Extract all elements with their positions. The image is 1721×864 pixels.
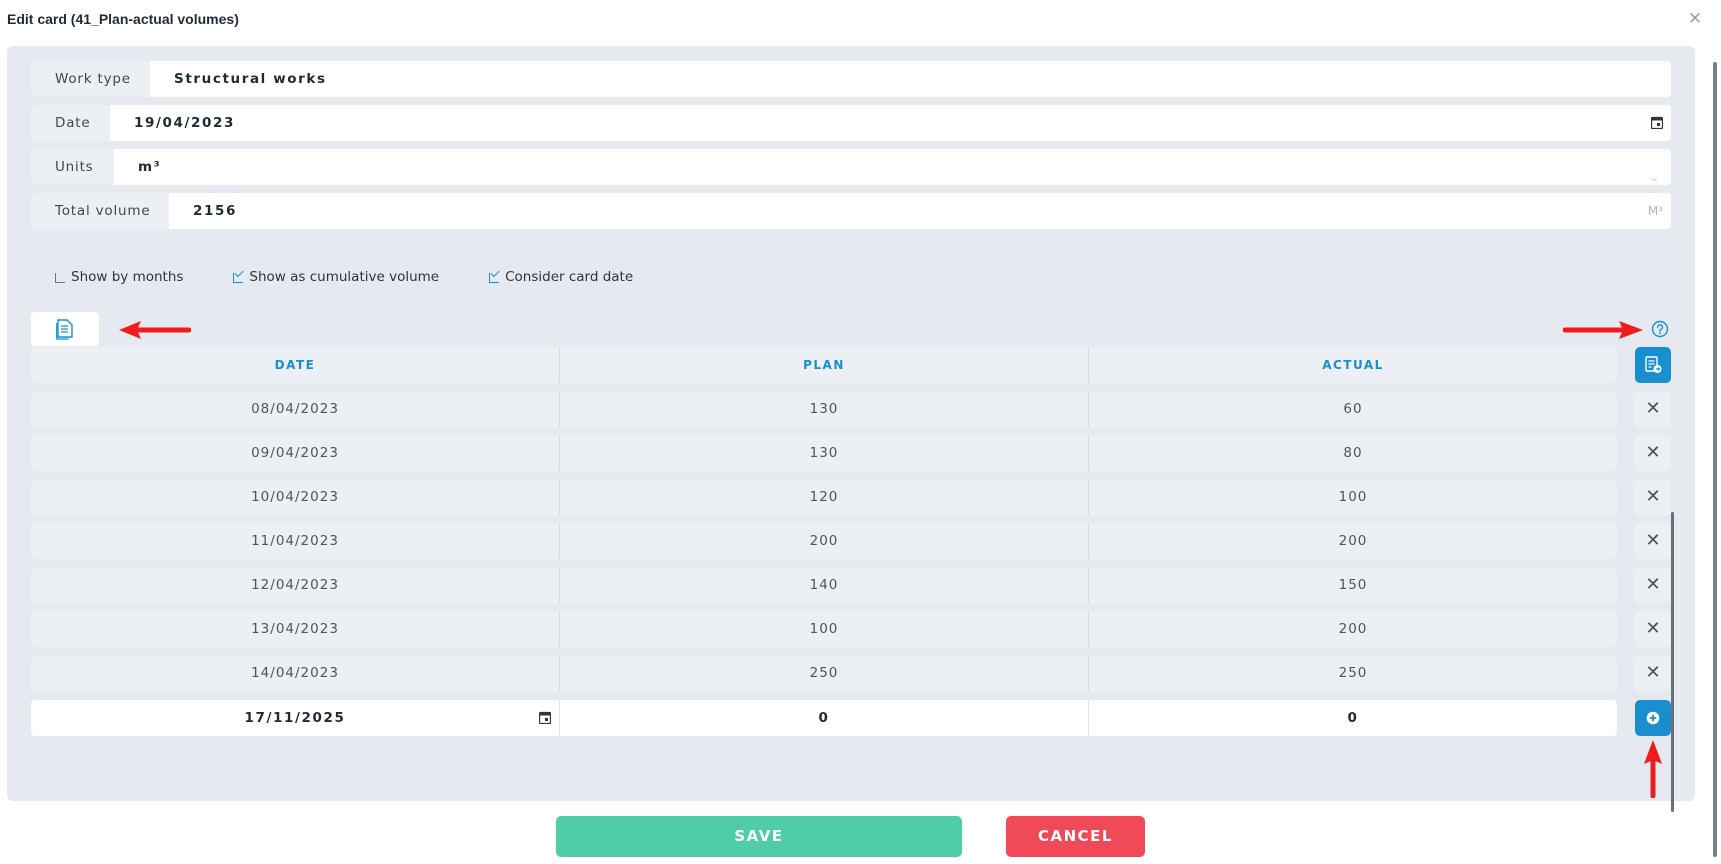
delete-row-button[interactable]: ✕ [1635,479,1671,515]
checkbox-checked-icon [489,273,500,283]
page-scrollbar-thumb[interactable] [1713,62,1717,857]
date-cell[interactable]: 13/04/2023 [31,611,560,647]
red-arrow-annotation [1563,321,1643,339]
table-row: 11/04/2023 200 200 [31,523,1617,559]
date-field[interactable]: 19/04/2023 [110,105,1671,141]
delete-icon: ✕ [1645,574,1661,595]
show-cumulative-checkbox[interactable]: Show as cumulative volume [233,269,439,285]
date-row: Date 19/04/2023 [31,105,1671,141]
unit-suffix: M³ [1647,204,1663,218]
chevron-down-icon: ⌄ [1649,170,1661,184]
units-select[interactable]: m³ ⌄ [114,149,1671,185]
plan-cell[interactable]: 250 [560,655,1089,691]
plan-cell[interactable]: 140 [560,567,1089,603]
help-icon[interactable] [1651,320,1669,338]
show-by-months-label: Show by months [71,269,184,285]
save-button[interactable]: SAVE [556,816,962,857]
close-icon[interactable]: ✕ [1686,10,1704,28]
new-actual-input[interactable]: 0 [1089,700,1617,736]
new-date-input[interactable]: 17/11/2025 [31,700,560,736]
actual-cell[interactable]: 200 [1089,611,1617,647]
calendar-icon[interactable] [1651,116,1663,129]
plan-cell[interactable]: 200 [560,523,1089,559]
date-cell[interactable]: 09/04/2023 [31,435,560,471]
plan-cell[interactable]: 130 [560,435,1089,471]
page-scrollbar[interactable] [1710,50,1719,860]
document-button[interactable] [31,312,99,346]
date-cell[interactable]: 14/04/2023 [31,655,560,691]
table-row: 10/04/2023 120 100 [31,479,1617,515]
delete-icon: ✕ [1645,530,1661,551]
table-row: 13/04/2023 100 200 [31,611,1617,647]
total-volume-label: Total volume [31,193,169,229]
add-row-button[interactable] [1635,700,1671,736]
checkbox-checked-icon [233,273,244,283]
units-row: Units m³ ⌄ [31,149,1671,185]
date-cell[interactable]: 10/04/2023 [31,479,560,515]
table-row: 09/04/2023 130 80 [31,435,1617,471]
new-date-value: 17/11/2025 [244,710,346,726]
units-value: m³ [138,159,162,175]
dialog-title: Edit card (41_Plan-actual volumes) [7,11,239,27]
work-type-label: Work type [31,61,150,97]
red-arrow-annotation [1644,740,1662,798]
column-header-plan[interactable]: PLAN [560,347,1089,383]
column-header-actual[interactable]: ACTUAL [1089,347,1617,383]
new-entry-row: 17/11/2025 0 0 [31,700,1617,736]
export-icon [1645,356,1662,373]
plan-cell[interactable]: 120 [560,479,1089,515]
red-arrow-annotation [119,321,191,339]
total-volume-row: Total volume 2156 M³ [31,193,1671,229]
calendar-icon[interactable] [539,711,551,724]
date-cell[interactable]: 11/04/2023 [31,523,560,559]
cancel-button[interactable]: CANCEL [1006,816,1145,857]
table-row: 14/04/2023 250 250 [31,655,1617,691]
table-scrollbar-thumb[interactable] [1671,512,1674,812]
export-button[interactable] [1635,347,1671,383]
delete-row-button[interactable]: ✕ [1635,655,1671,691]
delete-row-button[interactable]: ✕ [1635,435,1671,471]
table-row: 12/04/2023 140 150 [31,567,1617,603]
delete-icon: ✕ [1645,442,1661,463]
column-header-date[interactable]: DATE [31,347,560,383]
date-value: 19/04/2023 [134,115,236,131]
table-scrollbar[interactable] [1671,387,1674,827]
edit-card-panel: Work type Structural works Date 19/04/20… [7,46,1695,812]
new-plan-input[interactable]: 0 [560,700,1089,736]
checkbox-unchecked-icon [55,273,65,283]
table-header: DATE PLAN ACTUAL [31,347,1617,383]
consider-card-date-checkbox[interactable]: Consider card date [489,269,633,285]
plan-cell[interactable]: 130 [560,391,1089,427]
delete-icon: ✕ [1645,486,1661,507]
actual-cell[interactable]: 250 [1089,655,1617,691]
show-cumulative-label: Show as cumulative volume [249,269,440,285]
actual-cell[interactable]: 60 [1089,391,1617,427]
plan-cell[interactable]: 100 [560,611,1089,647]
actual-cell[interactable]: 80 [1089,435,1617,471]
delete-row-button[interactable]: ✕ [1635,523,1671,559]
work-type-field[interactable]: Structural works [150,61,1671,97]
total-volume-field[interactable]: 2156 M³ [169,193,1671,229]
delete-icon: ✕ [1645,662,1661,683]
table-row: 08/04/2023 130 60 [31,391,1617,427]
actual-cell[interactable]: 100 [1089,479,1617,515]
delete-row-button[interactable]: ✕ [1635,567,1671,603]
work-type-row: Work type Structural works [31,61,1671,97]
date-label: Date [31,105,110,141]
delete-icon: ✕ [1645,398,1661,419]
delete-row-button[interactable]: ✕ [1635,611,1671,647]
delete-row-button[interactable]: ✕ [1635,391,1671,427]
units-label: Units [31,149,114,185]
add-icon [1646,711,1660,725]
actual-cell[interactable]: 200 [1089,523,1617,559]
options-group: Show by months Show as cumulative volume… [55,269,683,285]
date-cell[interactable]: 12/04/2023 [31,567,560,603]
date-cell[interactable]: 08/04/2023 [31,391,560,427]
total-volume-value: 2156 [193,203,237,219]
show-by-months-checkbox[interactable]: Show by months [55,269,183,285]
actual-cell[interactable]: 150 [1089,567,1617,603]
document-icon [56,319,73,340]
consider-card-date-label: Consider card date [505,269,634,285]
delete-icon: ✕ [1645,618,1661,639]
